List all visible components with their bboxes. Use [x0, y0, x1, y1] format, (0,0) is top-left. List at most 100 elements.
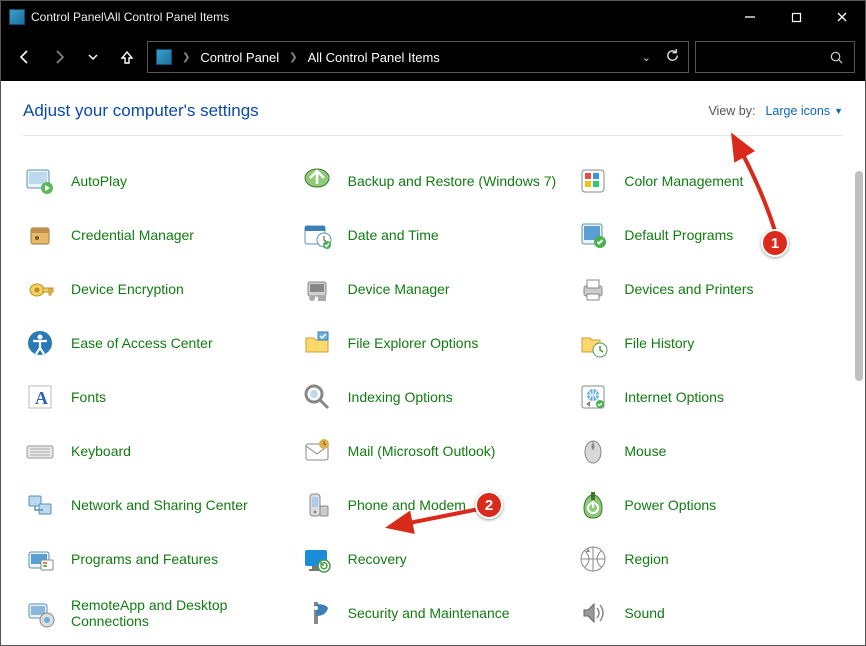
- item-label: Keyboard: [71, 443, 131, 459]
- maximize-button[interactable]: [773, 1, 819, 33]
- control-panel-item[interactable]: RemoteApp and Desktop Connections: [23, 592, 290, 634]
- back-button[interactable]: [11, 43, 39, 71]
- scroll-thumb[interactable]: [855, 171, 863, 381]
- vertical-scrollbar[interactable]: [855, 171, 863, 639]
- recent-dropdown[interactable]: [79, 43, 107, 71]
- minimize-button[interactable]: [727, 1, 773, 33]
- control-panel-item[interactable]: Keyboard: [23, 430, 290, 472]
- item-label: Credential Manager: [71, 227, 194, 243]
- app-icon: [9, 9, 25, 25]
- control-panel-item[interactable]: Device Encryption: [23, 268, 290, 310]
- control-panel-item[interactable]: Phone and Modem: [300, 484, 567, 526]
- item-label: Date and Time: [348, 227, 439, 243]
- view-by-label: View by:: [708, 104, 755, 118]
- item-label: Device Manager: [348, 281, 450, 297]
- item-label: Internet Options: [624, 389, 724, 405]
- control-panel-item[interactable]: File Explorer Options: [300, 322, 567, 364]
- breadcrumb-root[interactable]: Control Panel: [200, 50, 279, 65]
- control-panel-item[interactable]: Device Manager: [300, 268, 567, 310]
- folderopt-icon: [300, 326, 334, 360]
- item-label: Security and Maintenance: [348, 605, 510, 621]
- item-label: Default Programs: [624, 227, 733, 243]
- printers-icon: [576, 272, 610, 306]
- window-controls: [727, 1, 865, 33]
- address-right: ⌄: [642, 48, 680, 66]
- mouse-icon: [576, 434, 610, 468]
- item-label: Power Options: [624, 497, 716, 513]
- chevron-down-icon: ▼: [834, 106, 843, 116]
- remoteapp-icon: [23, 596, 57, 630]
- forward-button[interactable]: [45, 43, 73, 71]
- search-icon: [829, 50, 844, 65]
- keyboard-icon: [23, 434, 57, 468]
- control-panel-item[interactable]: Programs and Features: [23, 538, 290, 580]
- content-header: Adjust your computer's settings View by:…: [23, 101, 843, 136]
- power-icon: [576, 488, 610, 522]
- view-by-control: View by: Large icons ▼: [708, 104, 843, 118]
- control-panel-item[interactable]: Network and Sharing Center: [23, 484, 290, 526]
- item-label: Color Management: [624, 173, 743, 189]
- region-icon: [576, 542, 610, 576]
- control-panel-item[interactable]: Color Management: [576, 160, 843, 202]
- internet-icon: [576, 380, 610, 414]
- autoplay-icon: [23, 164, 57, 198]
- item-label: Programs and Features: [71, 551, 218, 567]
- indexing-icon: [300, 380, 334, 414]
- refresh-icon[interactable]: [665, 48, 680, 66]
- content-area: Adjust your computer's settings View by:…: [1, 81, 865, 645]
- search-box[interactable]: [695, 41, 855, 73]
- window-root: { "titlebar": { "caption": "Control Pane…: [0, 0, 866, 646]
- control-panel-item[interactable]: Devices and Printers: [576, 268, 843, 310]
- breadcrumb-current[interactable]: All Control Panel Items: [308, 50, 440, 65]
- control-panel-item[interactable]: Indexing Options: [300, 376, 567, 418]
- color-icon: [576, 164, 610, 198]
- item-label: Devices and Printers: [624, 281, 753, 297]
- devicemgr-icon: [300, 272, 334, 306]
- item-label: Backup and Restore (Windows 7): [348, 173, 557, 189]
- item-label: File Explorer Options: [348, 335, 479, 351]
- credential-icon: [23, 218, 57, 252]
- control-panel-item[interactable]: Sound: [576, 592, 843, 634]
- view-by-value: Large icons: [765, 104, 830, 118]
- control-panel-item[interactable]: Recovery: [300, 538, 567, 580]
- defaultprog-icon: [576, 218, 610, 252]
- control-panel-item[interactable]: Mail (Microsoft Outlook): [300, 430, 567, 472]
- control-panel-item[interactable]: Security and Maintenance: [300, 592, 567, 634]
- up-button[interactable]: [113, 43, 141, 71]
- address-bar[interactable]: ❯ Control Panel ❯ All Control Panel Item…: [147, 41, 689, 73]
- item-label: Mail (Microsoft Outlook): [348, 443, 496, 459]
- control-panel-item[interactable]: Region: [576, 538, 843, 580]
- control-panel-item[interactable]: Default Programs: [576, 214, 843, 256]
- item-label: AutoPlay: [71, 173, 127, 189]
- item-label: Sound: [624, 605, 664, 621]
- view-by-dropdown[interactable]: Large icons ▼: [765, 104, 843, 118]
- security-icon: [300, 596, 334, 630]
- encryption-icon: [23, 272, 57, 306]
- control-panel-item[interactable]: Fonts: [23, 376, 290, 418]
- datetime-icon: [300, 218, 334, 252]
- control-panel-item[interactable]: File History: [576, 322, 843, 364]
- control-panel-item[interactable]: Credential Manager: [23, 214, 290, 256]
- control-panel-item[interactable]: Date and Time: [300, 214, 567, 256]
- recovery-icon: [300, 542, 334, 576]
- item-label: Ease of Access Center: [71, 335, 213, 351]
- item-label: Device Encryption: [71, 281, 184, 297]
- page-title: Adjust your computer's settings: [23, 101, 259, 121]
- control-panel-item[interactable]: Mouse: [576, 430, 843, 472]
- address-history-dropdown-icon[interactable]: ⌄: [642, 51, 651, 64]
- control-panel-item[interactable]: Power Options: [576, 484, 843, 526]
- programs-icon: [23, 542, 57, 576]
- window-title: Control Panel\All Control Panel Items: [31, 10, 229, 24]
- close-button[interactable]: [819, 1, 865, 33]
- control-panel-item[interactable]: Ease of Access Center: [23, 322, 290, 364]
- sound-icon: [576, 596, 610, 630]
- mail-icon: [300, 434, 334, 468]
- control-panel-item[interactable]: Backup and Restore (Windows 7): [300, 160, 567, 202]
- items-grid: AutoPlay Backup and Restore (Windows 7) Co…: [23, 146, 843, 634]
- control-panel-item[interactable]: Internet Options: [576, 376, 843, 418]
- titlebar: Control Panel\All Control Panel Items: [1, 1, 865, 33]
- control-panel-item[interactable]: AutoPlay: [23, 160, 290, 202]
- titlebar-left: Control Panel\All Control Panel Items: [1, 9, 229, 25]
- toolbar: ❯ Control Panel ❯ All Control Panel Item…: [1, 33, 865, 81]
- item-label: Indexing Options: [348, 389, 453, 405]
